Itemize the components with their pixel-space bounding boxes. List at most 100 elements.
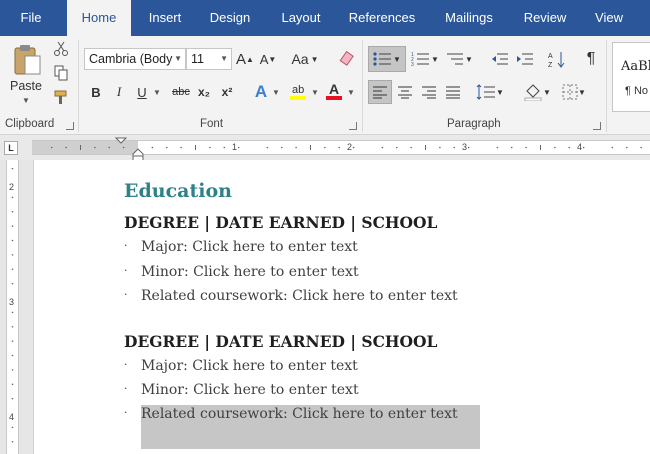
tab-references[interactable]: References (343, 0, 421, 36)
justify-icon[interactable] (442, 81, 464, 103)
tab-layout[interactable]: Layout (272, 0, 330, 36)
decrease-indent-icon[interactable] (489, 48, 511, 70)
style-normal-preview[interactable]: AaBl (621, 59, 650, 74)
list-item-text[interactable]: Minor: Click here to enter text (141, 382, 359, 398)
bullet-icon: · (124, 264, 128, 277)
degree-title[interactable]: DEGREE | DATE EARNED | SCHOOL (124, 213, 437, 232)
font-color-chevron-icon[interactable]: ▼ (347, 88, 355, 97)
increase-indent-icon[interactable] (514, 48, 536, 70)
degree-title[interactable]: DEGREE | DATE EARNED | SCHOOL (124, 332, 437, 351)
highlight-chevron-icon[interactable]: ▼ (311, 88, 319, 97)
list-item-text[interactable]: Minor: Click here to enter text (141, 264, 359, 280)
sort-icon[interactable]: AZ (546, 48, 568, 70)
show-formatting-button[interactable]: ¶ (580, 48, 602, 70)
ruler-tick (324, 146, 326, 149)
copy-icon[interactable] (52, 64, 70, 82)
line-spacing-icon (476, 84, 496, 100)
italic-button[interactable]: I (111, 82, 127, 102)
ribbon-tab-bar: File Home Insert Design Layout Reference… (0, 0, 650, 36)
underline-button[interactable]: U (134, 82, 150, 102)
tab-design[interactable]: Design (203, 0, 257, 36)
svg-text:A: A (548, 53, 553, 60)
change-case-icon: Aa (291, 51, 309, 67)
font-color-button[interactable]: A (325, 80, 343, 102)
ruler-tick (11, 282, 14, 285)
ruler-tick (266, 146, 269, 149)
shrink-font-button[interactable]: A ▼ (259, 49, 277, 69)
subscript-button[interactable]: x₂ (196, 82, 212, 102)
vertical-ruler-ticks (11, 167, 14, 443)
grow-font-button[interactable]: A ▲ (236, 49, 254, 69)
list-item-text[interactable]: Major: Click here to enter text (141, 239, 358, 255)
paste-dropdown-chevron-icon[interactable]: ▼ (22, 96, 30, 105)
group-separator (606, 40, 607, 132)
borders-button[interactable]: ▼ (558, 81, 590, 103)
svg-text:ab: ab (292, 84, 304, 96)
ruler-tick (11, 325, 14, 328)
align-right-icon[interactable] (418, 81, 440, 103)
svg-text:Z: Z (548, 62, 553, 68)
font-launcher-icon[interactable] (349, 122, 357, 130)
shading-button[interactable]: ▼ (520, 81, 554, 103)
ruler-tick (50, 146, 53, 149)
bullets-button[interactable]: ▼ (368, 46, 406, 72)
cut-icon[interactable] (52, 40, 70, 58)
font-name-select[interactable]: Cambria (Body ▼ (84, 48, 186, 70)
ruler-tick (11, 167, 14, 170)
list-item-text[interactable]: Related coursework: Click here to enter … (141, 406, 458, 422)
line-spacing-button[interactable]: ▼ (474, 81, 506, 103)
first-line-indent-marker-icon[interactable] (115, 137, 127, 161)
document-page[interactable]: Education DEGREE | DATE EARNED | SCHOOL … (33, 160, 650, 454)
ruler-tick (554, 146, 556, 149)
format-painter-icon[interactable] (52, 88, 70, 106)
tab-mailings[interactable]: Mailings (436, 0, 502, 36)
paste-label[interactable]: Paste (10, 79, 42, 93)
ruler-tick (510, 146, 513, 149)
list-item-text[interactable]: Major: Click here to enter text (141, 358, 358, 374)
paragraph-launcher-icon[interactable] (593, 122, 601, 130)
tab-insert[interactable]: Insert (140, 0, 190, 36)
ruler-tick (11, 426, 14, 429)
font-size-select[interactable]: 11 ▼ (186, 48, 232, 70)
tab-home[interactable]: Home (67, 0, 131, 36)
ruler-tick (467, 146, 470, 149)
align-center-icon[interactable] (394, 81, 416, 103)
ruler-tick (453, 146, 456, 149)
ruler-tick (439, 146, 441, 149)
tab-view[interactable]: View (586, 0, 632, 36)
numbering-button[interactable]: 123 ▼ (410, 48, 440, 70)
highlight-button[interactable]: ab (288, 80, 308, 102)
ruler-row: L 1 2 3 4 (0, 135, 650, 162)
text-effects-button[interactable]: A (252, 81, 270, 103)
ruler-tick (151, 146, 154, 149)
section-heading[interactable]: Education (124, 180, 232, 202)
multilevel-list-button[interactable]: ▼ (444, 48, 474, 70)
styles-gallery[interactable]: AaBl ¶ No (612, 42, 650, 112)
change-case-button[interactable]: Aa ▼ (290, 49, 320, 69)
paste-button[interactable] (10, 42, 44, 76)
font-name-value: Cambria (Body (89, 52, 173, 66)
superscript-button[interactable]: x² (219, 82, 235, 102)
list-item-text[interactable]: Related coursework: Click here to enter … (141, 288, 458, 304)
ruler-tick (496, 146, 499, 149)
vertical-ruler[interactable]: 2 3 4 (6, 160, 19, 454)
ruler-tick (223, 146, 226, 149)
clipboard-launcher-icon[interactable] (66, 122, 74, 130)
ruler-tick (11, 397, 14, 400)
ruler-number: 3 (462, 142, 468, 152)
clear-formatting-icon[interactable] (338, 49, 358, 69)
ruler-tick (108, 146, 111, 149)
bold-button[interactable]: B (88, 82, 104, 102)
align-left-button[interactable] (368, 80, 392, 104)
tab-file[interactable]: File (8, 0, 54, 36)
underline-chevron-icon[interactable]: ▼ (153, 88, 161, 97)
ruler-tick (11, 210, 14, 213)
tab-review[interactable]: Review (516, 0, 574, 36)
tab-selector[interactable]: L (4, 141, 18, 155)
horizontal-ruler[interactable]: 1 2 3 4 (32, 137, 650, 162)
ruler-number: 4 (577, 142, 583, 152)
ruler-tick (338, 146, 341, 149)
strikethrough-button[interactable]: abc (170, 82, 192, 102)
text-effects-chevron-icon[interactable]: ▼ (272, 88, 280, 97)
ruler-number: 2 (9, 182, 15, 192)
